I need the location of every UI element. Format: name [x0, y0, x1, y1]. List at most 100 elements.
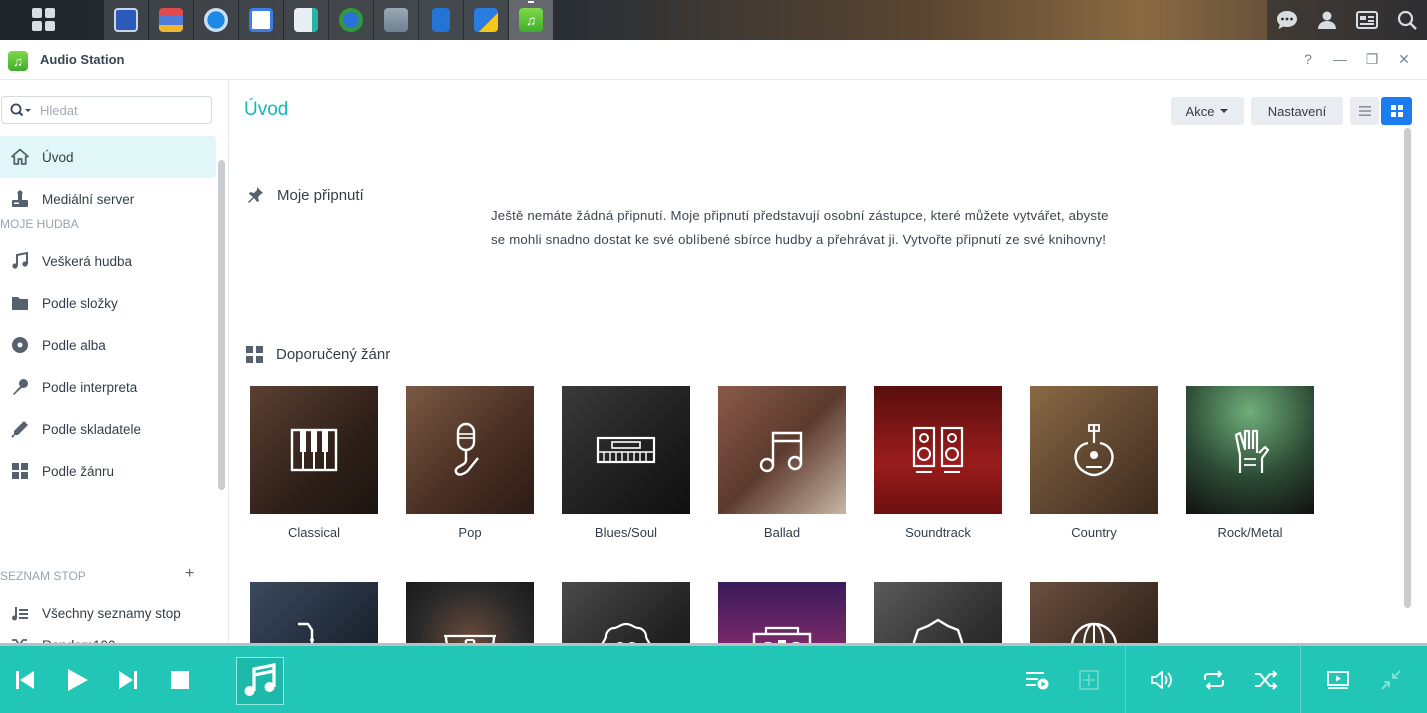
taskbar-app-audio-station[interactable]: ♫ — [509, 0, 553, 40]
pen-icon — [10, 419, 30, 439]
shuffle-button[interactable] — [1251, 646, 1281, 713]
desktop-app-icon — [114, 8, 138, 32]
sidebar-item-home[interactable]: Úvod — [0, 136, 216, 178]
sidebar-scrollbar[interactable] — [218, 160, 225, 490]
collapse-icon — [1381, 669, 1401, 690]
genre-label: Blues/Soul — [594, 525, 658, 540]
genre-tile-classical[interactable]: Classical — [250, 386, 378, 540]
player-divider — [1125, 646, 1126, 713]
stop-button[interactable] — [166, 646, 194, 713]
sidebar-item-by-folder[interactable]: Podle složky — [0, 282, 216, 324]
play-queue-button[interactable] — [1022, 646, 1052, 713]
taskbar: ♫ — [0, 0, 1427, 40]
help-button[interactable]: ? — [1299, 50, 1317, 68]
genre-label: Pop — [458, 525, 482, 540]
san-manager-icon — [384, 8, 408, 32]
repeat-button[interactable] — [1199, 646, 1229, 713]
main-menu-icon[interactable] — [32, 8, 56, 32]
list-view-button[interactable] — [1350, 97, 1379, 125]
screen-icon — [1327, 670, 1349, 689]
sidebar-item-label: Veškerá hudba — [42, 253, 133, 269]
genre-label: Classical — [287, 525, 340, 540]
search-icon[interactable] — [1387, 0, 1427, 40]
taskbar-app-photo[interactable] — [284, 0, 328, 40]
search-input[interactable] — [40, 102, 200, 118]
sidebar-item-all-playlists[interactable]: Všechny seznamy stop — [0, 592, 216, 634]
sidebar-item-media-server[interactable]: Mediální server — [0, 178, 216, 220]
taskbar-app-download[interactable] — [419, 0, 463, 40]
taskbar-apps: ♫ — [104, 0, 554, 40]
genre-tile-pop[interactable]: Pop — [406, 386, 534, 540]
user-icon[interactable] — [1307, 0, 1347, 40]
add-playlist-button[interactable]: + — [185, 565, 194, 583]
minimize-button[interactable]: — — [1331, 50, 1349, 68]
genre-section-header: Doporučený žánr — [246, 346, 390, 363]
chat-icon[interactable] — [1267, 0, 1307, 40]
audio-station-icon: ♫ — [8, 51, 28, 71]
widgets-icon[interactable] — [1347, 0, 1387, 40]
lyrics-button[interactable] — [1074, 646, 1104, 713]
genre-tile-rock-metal[interactable]: Rock/Metal — [1186, 386, 1314, 540]
microphone-icon — [10, 377, 30, 397]
sidebar-item-by-composer[interactable]: Podle skladatele — [0, 408, 216, 450]
taskbar-app-san[interactable] — [374, 0, 418, 40]
previous-button[interactable] — [10, 646, 40, 713]
sidebar-item-label: Všechny seznamy stop — [42, 605, 181, 621]
piano-icon — [290, 428, 338, 472]
section-header-my-music: MOJE HUDBA — [0, 217, 79, 231]
folder-icon — [10, 293, 30, 313]
sidebar-item-by-genre[interactable]: Podle žánru — [0, 450, 216, 492]
grid-view-button[interactable] — [1381, 97, 1412, 125]
taskbar-app-search[interactable] — [194, 0, 238, 40]
genre-tile-ballad[interactable]: Ballad — [718, 386, 846, 540]
sidebar-item-by-album[interactable]: Podle alba — [0, 324, 216, 366]
taskbar-app-notes[interactable] — [239, 0, 283, 40]
genre-grid-icon — [10, 461, 30, 481]
main-scrollbar[interactable] — [1404, 128, 1411, 608]
lyrics-icon — [1079, 669, 1099, 690]
genre-tile-country[interactable]: Country — [1030, 386, 1158, 540]
sidebar-item-by-artist[interactable]: Podle interpreta — [0, 366, 216, 408]
genre-label: Ballad — [763, 525, 801, 540]
action-button[interactable]: Akce — [1171, 97, 1244, 125]
close-button[interactable]: ✕ — [1395, 50, 1413, 68]
microphone-icon — [454, 422, 479, 476]
sidebar: Úvod Mediální server MOJE HUDBA Veškerá … — [0, 80, 229, 653]
sidebar-item-label: Podle složky — [42, 295, 118, 311]
play-button[interactable] — [62, 646, 92, 713]
volume-button[interactable] — [1147, 646, 1177, 713]
sidebar-item-all-music[interactable]: Veškerá hudba — [0, 240, 216, 282]
settings-button[interactable]: Nastavení — [1251, 97, 1343, 125]
keyboard-icon — [596, 436, 656, 464]
next-icon — [119, 670, 137, 689]
taskbar-app-note-station[interactable] — [464, 0, 508, 40]
next-button[interactable] — [113, 646, 143, 713]
sidebar-item-label: Úvod — [42, 149, 74, 165]
pin-icon — [248, 187, 263, 203]
play-queue-icon — [1026, 671, 1049, 689]
stop-icon — [171, 670, 189, 689]
pins-empty-message: Ještě nemáte žádná připnutí. Moje připnu… — [491, 204, 1191, 252]
sidebar-item-label: Mediální server — [42, 191, 135, 207]
taskbar-app-storage[interactable] — [149, 0, 193, 40]
fullscreen-player-button[interactable] — [1323, 646, 1353, 713]
genre-thumbnail — [874, 386, 1002, 514]
genre-thumbnail — [562, 386, 690, 514]
media-server-icon — [10, 189, 30, 209]
taskbar-app-desktop[interactable] — [104, 0, 148, 40]
taskbar-app-security[interactable] — [329, 0, 373, 40]
mini-player-button[interactable] — [1376, 646, 1406, 713]
playlist-icon — [10, 603, 30, 623]
audio-station-window: ♫ Audio Station ? — ❐ ✕ Úvod Mediální se… — [0, 40, 1427, 713]
search-box[interactable] — [1, 96, 212, 124]
genre-thumbnail — [406, 386, 534, 514]
genre-label: Rock/Metal — [1217, 525, 1283, 540]
window-titlebar: ♫ Audio Station ? — ❐ ✕ — [0, 40, 1427, 80]
genre-thumbnail — [1030, 386, 1158, 514]
genre-tile-blues-soul[interactable]: Blues/Soul — [562, 386, 690, 540]
section-header-playlists: SEZNAM STOP — [0, 569, 86, 583]
album-cover[interactable] — [236, 657, 284, 705]
genre-tile-soundtrack[interactable]: Soundtrack — [874, 386, 1002, 540]
restore-button[interactable]: ❐ — [1363, 50, 1381, 68]
genre-thumbnail — [1186, 386, 1314, 514]
